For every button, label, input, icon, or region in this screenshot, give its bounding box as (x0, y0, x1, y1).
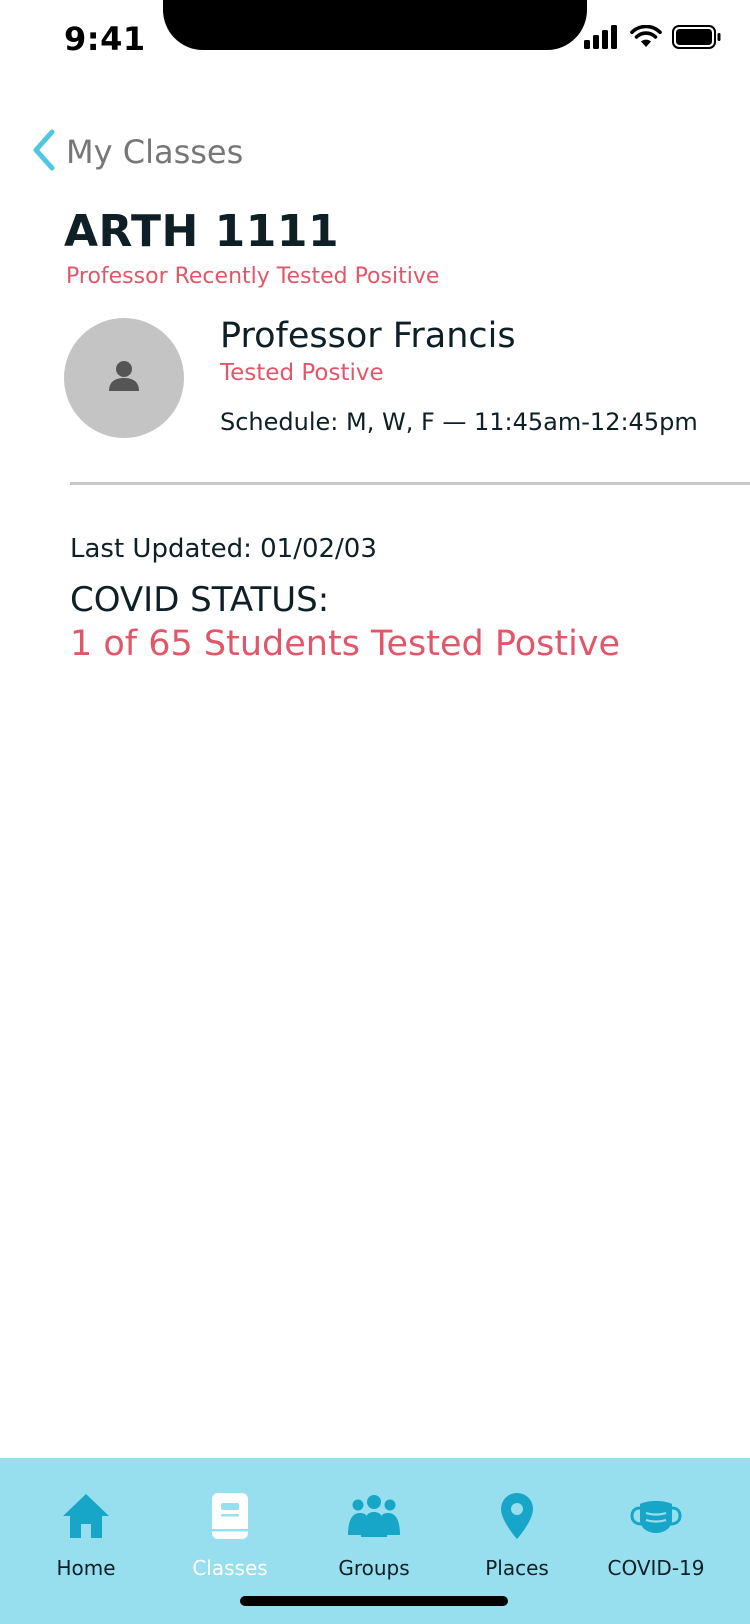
cellular-signal-icon (584, 25, 620, 53)
tab-covid-19[interactable]: COVID-19 (591, 1488, 721, 1580)
tab-classes-label: Classes (192, 1556, 268, 1580)
tab-home-label: Home (56, 1556, 116, 1580)
home-indicator (240, 1596, 508, 1606)
tab-groups[interactable]: Groups (309, 1488, 439, 1580)
battery-icon (672, 25, 722, 53)
status-time: 9:41 (64, 20, 146, 58)
divider (70, 482, 750, 485)
tab-covid-19-label: COVID-19 (607, 1556, 705, 1580)
status-icons (584, 24, 722, 54)
home-icon (61, 1488, 111, 1544)
map-pin-icon (500, 1488, 534, 1544)
professor-name: Professor Francis (220, 316, 516, 356)
covid-status-value: 1 of 65 Students Tested Postive (70, 624, 621, 664)
group-icon (347, 1488, 401, 1544)
last-updated-text: Last Updated: 01/02/03 (70, 534, 377, 564)
course-alert-text: Professor Recently Tested Positive (66, 264, 440, 289)
device-notch (163, 0, 587, 50)
person-icon (107, 359, 141, 397)
book-icon (210, 1488, 250, 1544)
tab-classes[interactable]: Classes (165, 1488, 295, 1580)
tab-places[interactable]: Places (452, 1488, 582, 1580)
professor-status: Tested Postive (220, 360, 384, 386)
wifi-icon (630, 24, 662, 53)
chevron-left-icon (30, 128, 58, 176)
tab-places-label: Places (485, 1556, 549, 1580)
tab-groups-label: Groups (338, 1556, 410, 1580)
back-label: My Classes (66, 133, 244, 171)
class-schedule: Schedule: M, W, F — 11:45am-12:45pm (220, 408, 698, 436)
page-title: ARTH 1111 (64, 206, 340, 257)
class-detail-screen: 9:41 My Classes ARTH 1111 Professor Rece… (0, 0, 750, 1624)
covid-status-heading: COVID STATUS: (70, 580, 330, 620)
tab-home[interactable]: Home (21, 1488, 151, 1580)
avatar (64, 318, 184, 438)
face-mask-icon (630, 1488, 682, 1544)
back-button[interactable]: My Classes (30, 128, 243, 176)
